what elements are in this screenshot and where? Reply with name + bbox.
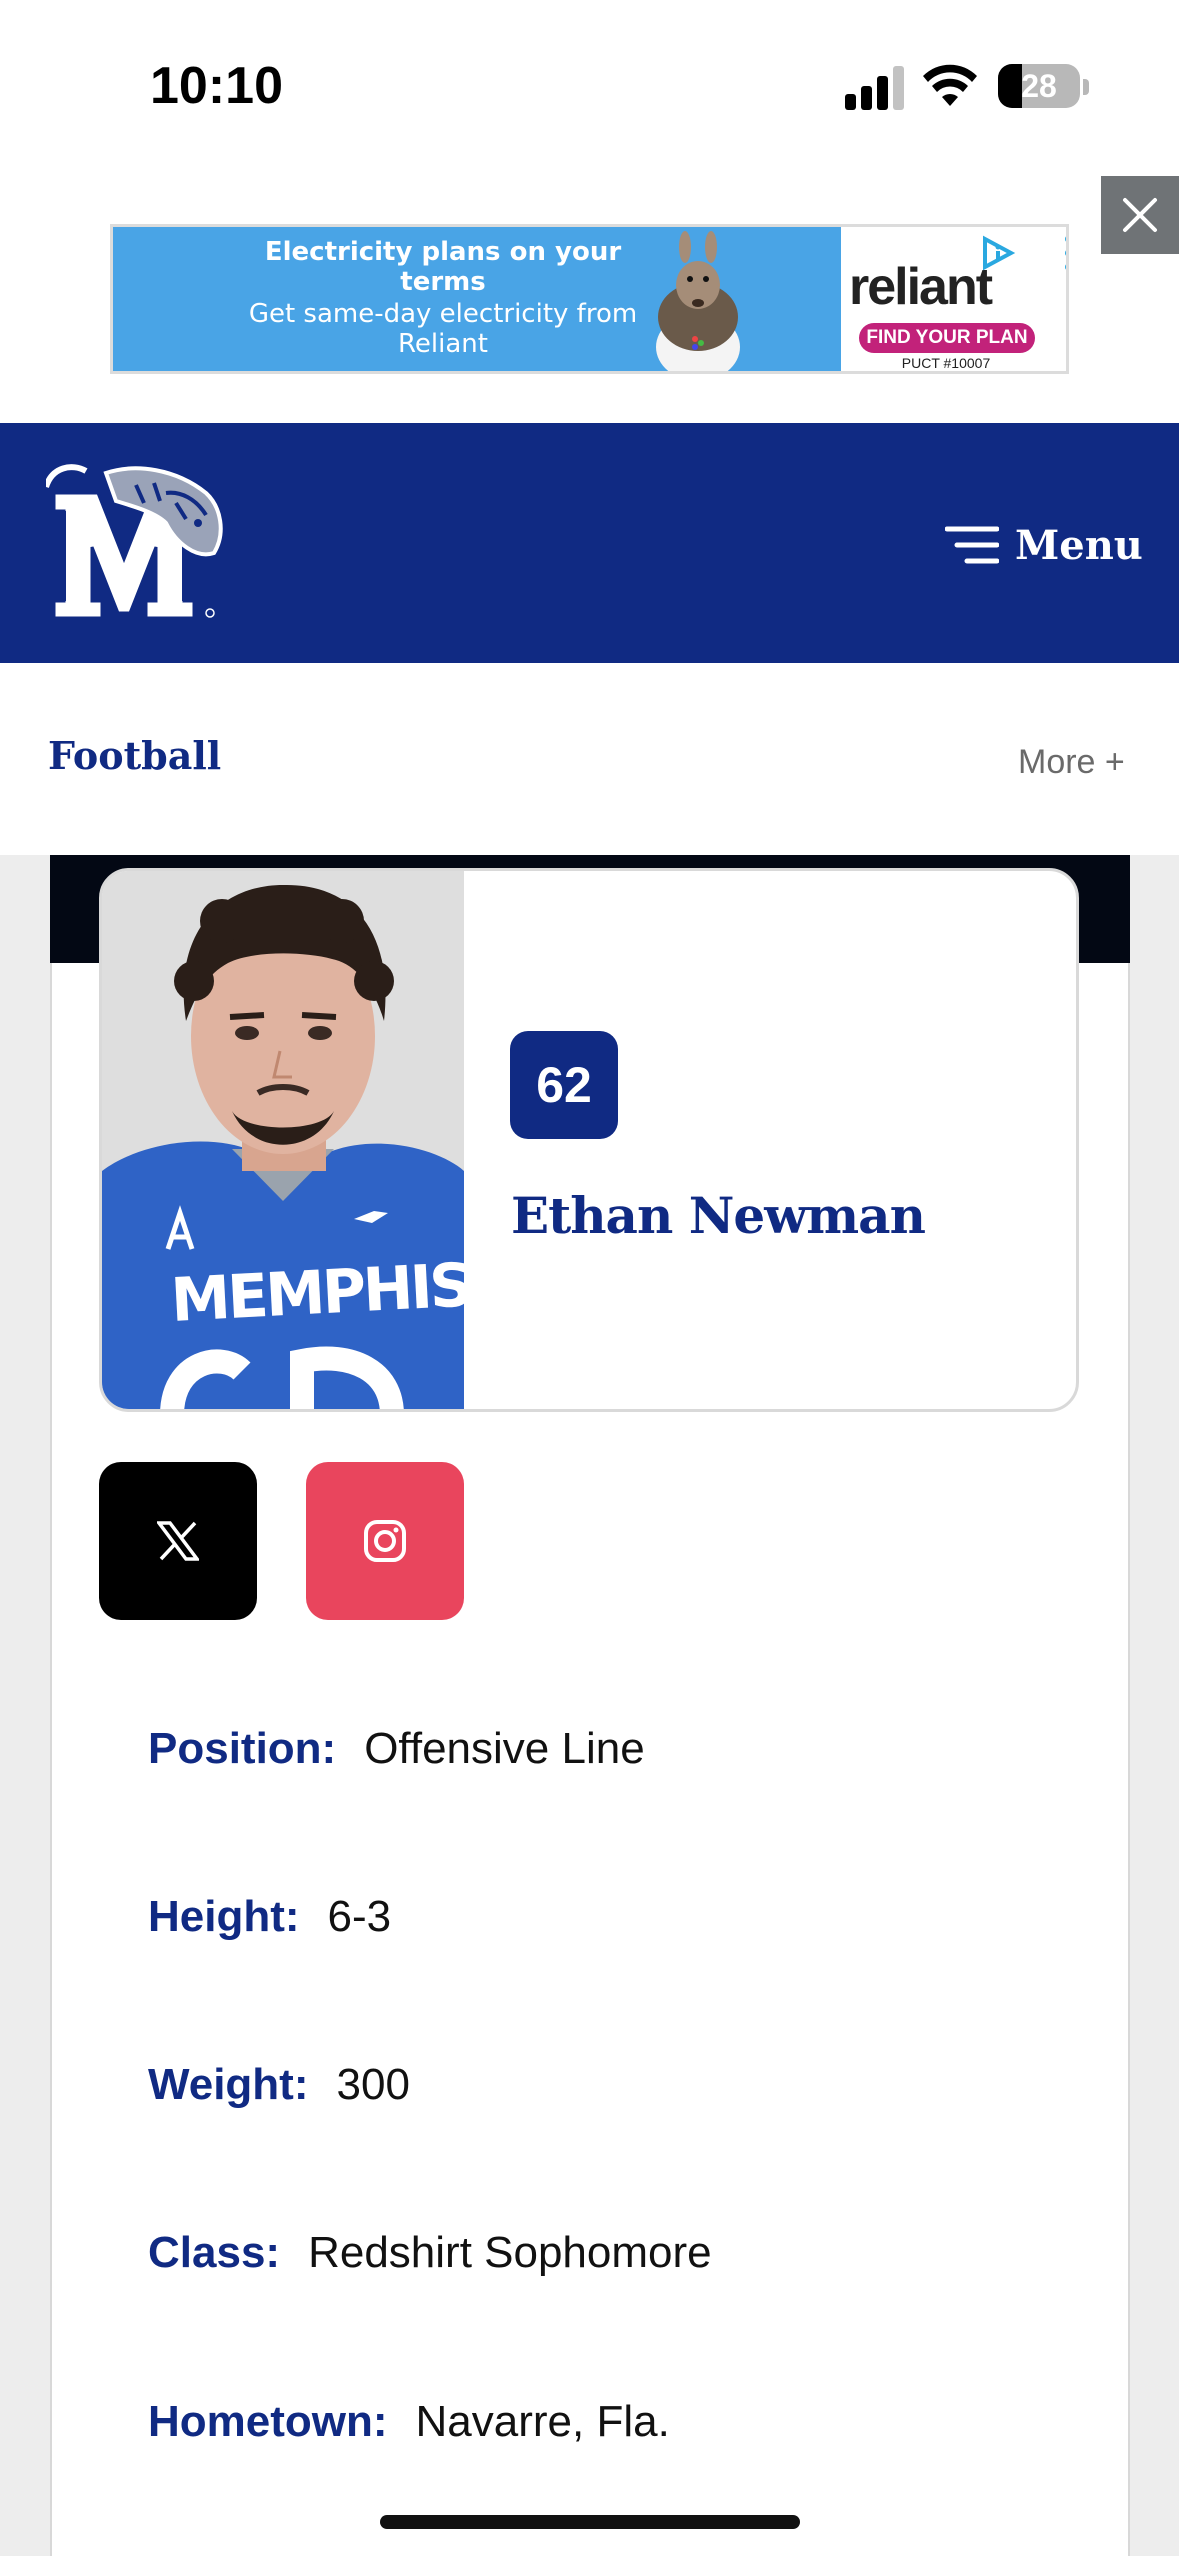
bio-row-class: Class: Redshirt Sophomore	[148, 2228, 712, 2278]
bio-row-weight: Weight: 300	[148, 2060, 410, 2110]
bio-label: Position:	[148, 1724, 337, 1773]
hamburger-menu-icon	[945, 526, 999, 564]
site-header: Menu	[0, 423, 1179, 663]
battery-icon: 28	[998, 64, 1080, 108]
bio-value: Navarre, Fla.	[415, 2397, 670, 2446]
x-logo-icon	[157, 1521, 199, 1561]
bio-row-hometown: Hometown: Navarre, Fla.	[148, 2397, 670, 2447]
bio-row-height: Height: 6-3	[148, 1892, 391, 1942]
instagram-social-button[interactable]	[306, 1462, 464, 1620]
status-time: 10:10	[150, 57, 283, 115]
sport-title[interactable]: Football	[48, 733, 221, 778]
player-card: MEMPHIS 62 Ethan Newman	[99, 868, 1079, 1412]
more-button[interactable]: More +	[1018, 743, 1125, 782]
ad-subtext: Get same-day electricity from Reliant	[248, 299, 638, 359]
ad-close-button[interactable]	[1101, 176, 1179, 254]
ad-headline: Electricity plans on your terms	[264, 237, 622, 297]
jersey-number-badge: 62	[510, 1031, 618, 1139]
home-indicator[interactable]	[380, 2515, 800, 2529]
sport-subnav: Football More +	[0, 663, 1179, 855]
menu-button[interactable]: Menu	[945, 517, 1143, 573]
memphis-tigers-logo[interactable]	[46, 463, 228, 628]
bio-label: Hometown:	[148, 2397, 388, 2446]
bio-value: Offensive Line	[364, 1724, 645, 1773]
bio-value: 300	[336, 2060, 410, 2109]
adchoices-icon[interactable]	[981, 235, 1021, 271]
menu-label: Menu	[1015, 521, 1143, 569]
bio-label: Height:	[148, 1892, 300, 1941]
battery-level: 28	[1021, 68, 1057, 104]
bio-label: Weight:	[148, 2060, 309, 2109]
ad-banner[interactable]: Electricity plans on your terms Get same…	[110, 224, 1069, 374]
status-bar: 10:10 28	[0, 0, 1179, 170]
close-icon	[1123, 198, 1157, 232]
battery-tip	[1083, 79, 1089, 95]
ad-cta-button[interactable]: FIND YOUR PLAN	[859, 323, 1035, 353]
bio-label: Class:	[148, 2228, 281, 2277]
ad-brand-logo: reliant	[849, 258, 993, 316]
player-name: Ethan Newman	[511, 1186, 926, 1245]
ad-license: PUCT #10007	[901, 355, 991, 371]
instagram-icon	[364, 1520, 406, 1562]
bio-value: Redshirt Sophomore	[308, 2228, 712, 2277]
bio-row-position: Position: Offensive Line	[148, 1724, 645, 1774]
bio-value: 6-3	[327, 1892, 392, 1941]
wifi-icon	[923, 64, 977, 106]
x-social-button[interactable]	[99, 1462, 257, 1620]
ad-brand-panel: reliant FIND YOUR PLAN PUCT #10007	[841, 227, 1066, 371]
more-options-icon[interactable]	[1059, 233, 1069, 273]
cellular-signal-icon	[845, 66, 905, 110]
armadillo-mascot-icon	[656, 231, 740, 371]
player-headshot: MEMPHIS	[102, 871, 464, 1409]
